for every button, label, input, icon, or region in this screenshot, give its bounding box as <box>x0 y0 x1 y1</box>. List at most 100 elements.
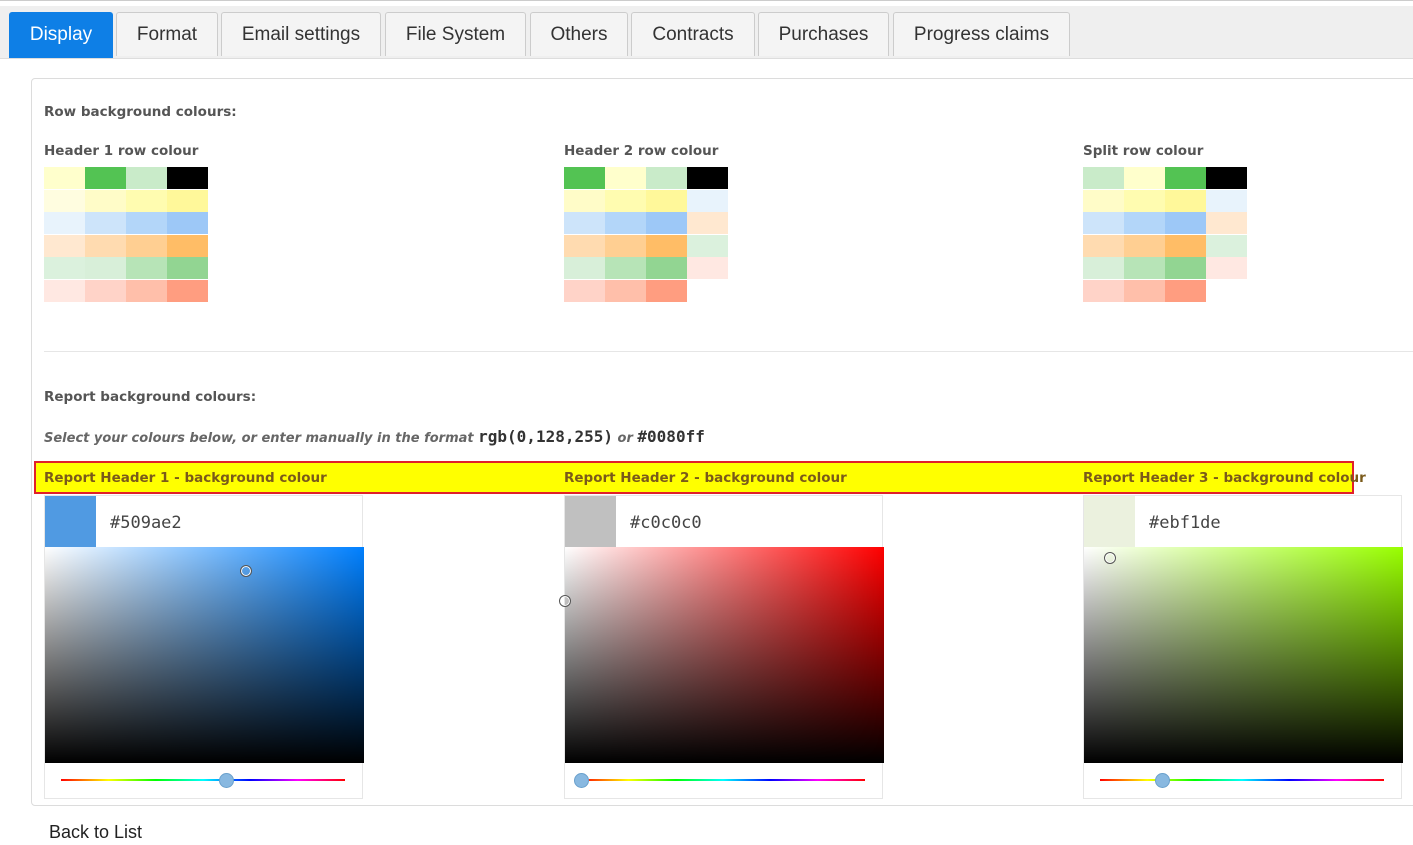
colour-swatch[interactable] <box>605 189 646 212</box>
colour-swatch[interactable] <box>44 234 85 257</box>
colour-swatch[interactable] <box>1124 167 1165 189</box>
hue-slider-track[interactable] <box>581 779 865 781</box>
colour-swatch[interactable] <box>1124 280 1165 302</box>
colour-swatch[interactable] <box>126 234 167 257</box>
hint-hex-example: #0080ff <box>637 427 705 446</box>
colour-swatch[interactable] <box>126 257 167 280</box>
colour-swatch[interactable] <box>1083 234 1124 257</box>
colour-swatch[interactable] <box>126 280 167 302</box>
colour-swatch[interactable] <box>85 234 126 257</box>
colour-swatch[interactable] <box>605 212 646 235</box>
colour-swatch[interactable] <box>687 167 728 189</box>
colour-swatch[interactable] <box>1083 189 1124 212</box>
colour-swatch[interactable] <box>605 167 646 189</box>
colour-swatch[interactable] <box>167 280 208 302</box>
colour-swatch[interactable] <box>687 212 728 235</box>
colour-swatch[interactable] <box>44 257 85 280</box>
colour-swatch[interactable] <box>167 167 208 189</box>
colour-swatch[interactable] <box>564 167 605 189</box>
back-to-list-link[interactable]: Back to List <box>49 822 142 843</box>
colour-swatch[interactable] <box>85 257 126 280</box>
report-colours-heading: Report background colours: <box>44 389 257 405</box>
colour-swatch[interactable] <box>605 234 646 257</box>
colour-swatch[interactable] <box>687 234 728 257</box>
colour-swatch[interactable] <box>167 234 208 257</box>
colour-swatch[interactable] <box>605 280 646 302</box>
colour-swatch[interactable] <box>646 257 687 280</box>
colour-swatch[interactable] <box>85 189 126 212</box>
color-preview-swatch <box>1084 496 1135 547</box>
colour-swatch[interactable] <box>1206 257 1247 280</box>
colour-swatch[interactable] <box>1165 234 1206 257</box>
colour-swatch[interactable] <box>85 280 126 302</box>
colour-swatch[interactable] <box>1124 257 1165 280</box>
colour-swatch[interactable] <box>1165 280 1206 302</box>
colour-swatch[interactable] <box>605 257 646 280</box>
tab-others[interactable]: Others <box>530 12 628 56</box>
colour-swatch[interactable] <box>44 280 85 302</box>
colour-swatch[interactable] <box>1206 167 1247 189</box>
colour-swatch[interactable] <box>646 167 687 189</box>
tab-display[interactable]: Display <box>9 12 113 58</box>
tab-purchases[interactable]: Purchases <box>758 12 889 56</box>
saturation-area[interactable] <box>565 547 884 763</box>
saturation-cursor[interactable] <box>559 595 571 607</box>
saturation-area[interactable] <box>1084 547 1403 763</box>
hex-input[interactable] <box>1147 512 1351 534</box>
tab-progress-claims[interactable]: Progress claims <box>893 12 1070 56</box>
colour-swatch[interactable] <box>564 280 605 302</box>
hex-input[interactable] <box>628 512 832 534</box>
hue-slider-handle[interactable] <box>218 773 234 788</box>
colour-swatch[interactable] <box>1165 257 1206 280</box>
saturation-area[interactable] <box>45 547 364 763</box>
colour-swatch[interactable] <box>85 167 126 189</box>
colour-swatch[interactable] <box>1083 257 1124 280</box>
colour-swatch[interactable] <box>564 257 605 280</box>
hue-slider-track[interactable] <box>61 779 345 781</box>
report-header2-label: Report Header 2 - background colour <box>564 470 847 486</box>
hex-input[interactable] <box>108 512 312 534</box>
colour-swatch[interactable] <box>646 234 687 257</box>
colour-swatch[interactable] <box>1083 212 1124 235</box>
colour-swatch[interactable] <box>687 257 728 280</box>
colour-swatch[interactable] <box>1165 189 1206 212</box>
tab-contracts[interactable]: Contracts <box>631 12 755 56</box>
colour-swatch[interactable] <box>1206 234 1247 257</box>
colour-swatch[interactable] <box>564 189 605 212</box>
colour-swatch[interactable] <box>1124 189 1165 212</box>
colour-swatch[interactable] <box>1165 167 1206 189</box>
colour-swatch[interactable] <box>687 189 728 212</box>
saturation-cursor[interactable] <box>239 564 252 577</box>
colour-swatch[interactable] <box>646 280 687 302</box>
colour-swatch[interactable] <box>1206 189 1247 212</box>
colour-swatch[interactable] <box>1124 234 1165 257</box>
tab-file-system[interactable]: File System <box>385 12 526 56</box>
colour-swatch[interactable] <box>44 189 85 212</box>
colour-swatch[interactable] <box>85 212 126 235</box>
colour-swatch[interactable] <box>167 257 208 280</box>
colour-swatch[interactable] <box>126 189 167 212</box>
saturation-cursor[interactable] <box>1103 551 1116 564</box>
colour-swatch[interactable] <box>1124 212 1165 235</box>
hue-slider-handle[interactable] <box>1155 773 1171 788</box>
colour-swatch[interactable] <box>1083 280 1124 302</box>
colour-swatch[interactable] <box>564 234 605 257</box>
report-header1-color-picker <box>44 495 364 799</box>
colour-swatch[interactable] <box>1206 212 1247 235</box>
colour-swatch[interactable] <box>126 167 167 189</box>
hue-slider-track[interactable] <box>1100 779 1384 781</box>
colour-swatch[interactable] <box>646 189 687 212</box>
tab-email-settings[interactable]: Email settings <box>221 12 381 56</box>
colour-swatch[interactable] <box>167 189 208 212</box>
colour-swatch[interactable] <box>564 212 605 235</box>
colour-swatch[interactable] <box>167 212 208 235</box>
colour-swatch[interactable] <box>1165 212 1206 235</box>
hue-slider-handle[interactable] <box>574 773 589 788</box>
colour-swatch[interactable] <box>1083 167 1124 189</box>
colour-swatch[interactable] <box>44 167 85 189</box>
colour-swatch[interactable] <box>44 212 85 235</box>
colour-swatch[interactable] <box>646 212 687 235</box>
tab-format[interactable]: Format <box>116 12 218 56</box>
colour-swatch[interactable] <box>126 212 167 235</box>
hint-rgb-example: rgb(0,128,255) <box>478 427 613 446</box>
